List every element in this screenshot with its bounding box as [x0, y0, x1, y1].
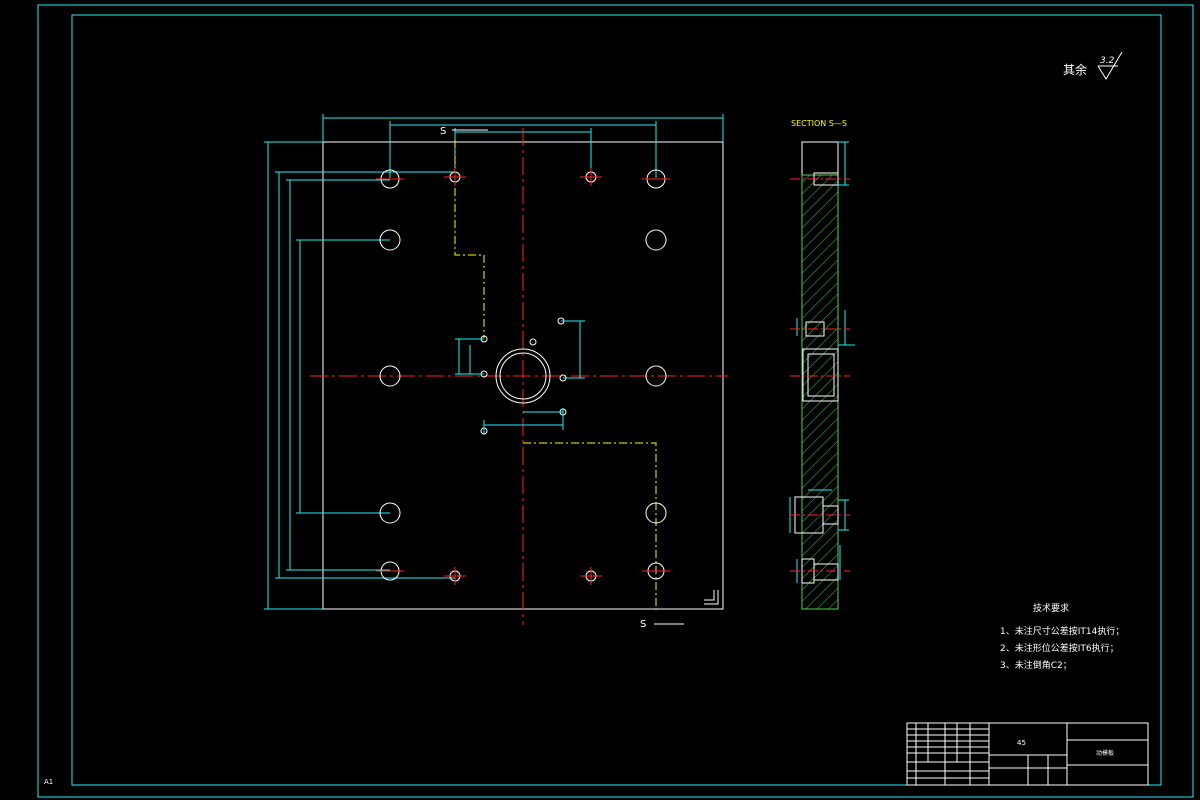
- sheet-outer-border: [37, 4, 1194, 798]
- surface-finish-label: 其余: [1063, 62, 1087, 77]
- title-block: 45 动模板: [906, 722, 1149, 786]
- section-mark-bottom: S: [640, 619, 646, 630]
- section-hatch: [801, 174, 839, 610]
- section-mark-top: S: [440, 126, 446, 137]
- tech-requirements: 技术要求 1、未注尺寸公差按IT14执行； 2、未注形位公差按IT6执行； 3、…: [1000, 602, 1124, 671]
- hole: [529, 338, 537, 346]
- tech-requirement-item: 2、未注形位公差按IT6执行；: [1000, 642, 1119, 654]
- section-title: SECTION S—S: [791, 119, 847, 128]
- sheet-corner-label: A1: [44, 778, 53, 786]
- tech-requirement-item: 3、未注倒角C2；: [1000, 659, 1072, 671]
- hole: [645, 229, 667, 251]
- tech-requirements-title: 技术要求: [1033, 602, 1069, 614]
- tech-requirement-item: 1、未注尺寸公差按IT14执行；: [1000, 625, 1124, 637]
- title-block-material: 45: [1017, 739, 1026, 747]
- cad-drawing: A1 其余 3.2 S S SECTION S—S 技术要求 1、未注尺寸公差按…: [37, 4, 1194, 798]
- section-view: SECTION S—S: [789, 119, 855, 610]
- title-block-part-name: 动模板: [1096, 749, 1114, 757]
- surface-finish-symbol: 其余 3.2: [1063, 51, 1123, 80]
- surface-finish-value: 3.2: [1100, 56, 1115, 66]
- plan-view: S S: [264, 114, 728, 630]
- sheet-inner-border: [71, 14, 1162, 786]
